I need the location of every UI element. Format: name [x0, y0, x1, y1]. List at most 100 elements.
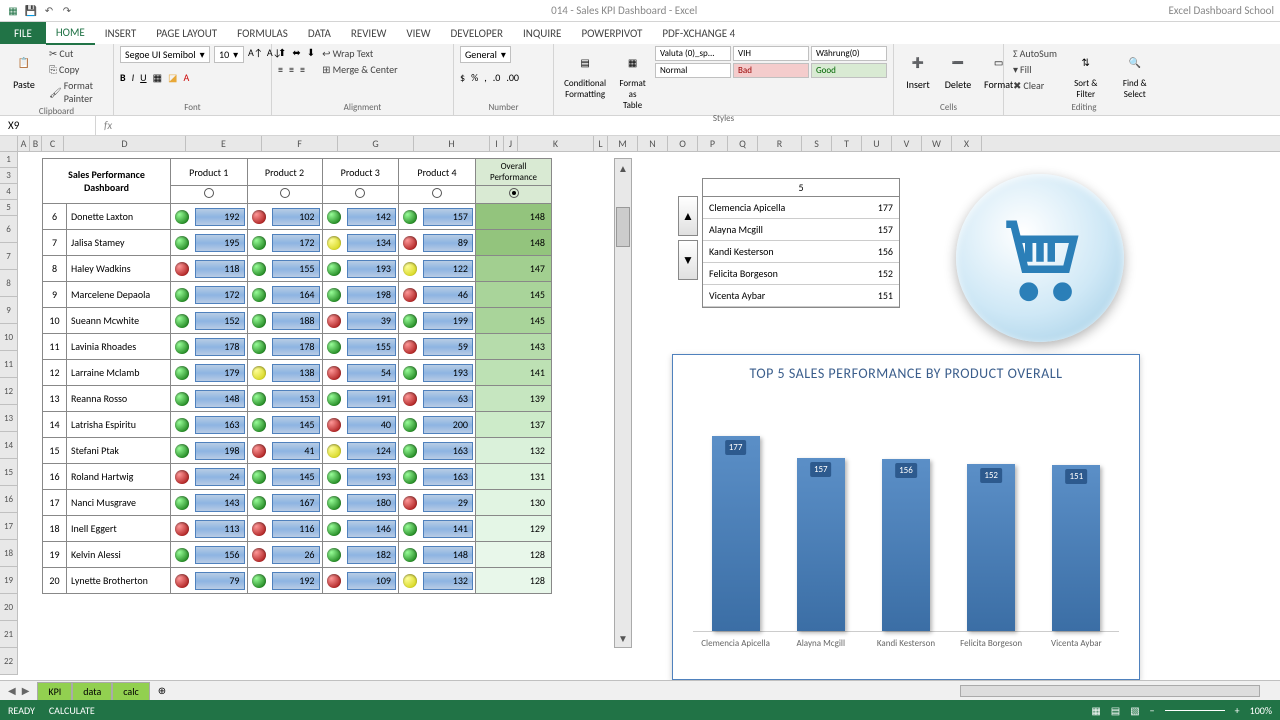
dec-decimal-icon[interactable]: .00 — [506, 71, 519, 84]
sheet-tab-data[interactable]: data — [72, 682, 112, 700]
spin-down-button[interactable]: ▼ — [678, 240, 698, 280]
name-box[interactable]: X9 — [0, 116, 96, 135]
sheet-tabs: ◀ ▶ KPI data calc ⊕ — [0, 680, 1280, 700]
ribbon: 📋 Paste ✂Cut ⎘Copy 🖌Format Painter Clipb… — [0, 44, 1280, 116]
table-row: 12Larraine Mclamb17913854193141 — [43, 360, 552, 386]
currency-icon[interactable]: $ — [460, 71, 465, 84]
tab-review[interactable]: REVIEW — [341, 23, 397, 44]
sheet-tab-kpi[interactable]: KPI — [37, 682, 72, 700]
format-table-button[interactable]: ▦Format as Table — [614, 46, 651, 113]
top5-header: 5 — [703, 179, 899, 197]
inc-decimal-icon[interactable]: .0 — [493, 71, 501, 84]
insert-button[interactable]: ➕Insert — [900, 46, 936, 93]
style-wahrung[interactable]: Währung(0) — [811, 46, 887, 61]
title-bar: ▦ 💾 ↶ ↷ 014 - Sales KPI Dashboard - Exce… — [0, 0, 1280, 22]
new-sheet-button[interactable]: ⊕ — [150, 684, 174, 697]
chart-bar: 157 — [797, 458, 845, 631]
bold-button[interactable]: B — [120, 71, 126, 84]
align-center-icon[interactable]: ≡ — [289, 63, 294, 76]
sort-filter-button[interactable]: ⇅Sort & Filter — [1064, 46, 1107, 102]
view-layout-icon[interactable]: ▤ — [1111, 704, 1120, 717]
italic-button[interactable]: I — [132, 71, 135, 84]
scroll-thumb[interactable] — [616, 207, 630, 247]
border-button[interactable]: ▦ — [153, 71, 162, 84]
copy-button[interactable]: ⎘Copy — [46, 62, 107, 77]
tab-view[interactable]: VIEW — [396, 23, 440, 44]
save-icon[interactable]: 💾 — [24, 4, 38, 18]
format-painter-button[interactable]: 🖌Format Painter — [46, 78, 107, 106]
style-normal[interactable]: Normal — [655, 63, 731, 78]
style-bad[interactable]: Bad — [733, 63, 809, 78]
wrap-text-button[interactable]: ↩Wrap Text — [319, 46, 400, 61]
fx-icon[interactable]: fx — [96, 119, 120, 132]
tab-developer[interactable]: DEVELOPER — [441, 23, 513, 44]
table-row: 14Latrisha Espiritu16314540200137 — [43, 412, 552, 438]
excel-icon: ▦ — [6, 4, 20, 18]
font-size-select[interactable]: 10▾ — [214, 46, 244, 63]
align-right-icon[interactable]: ≡ — [300, 63, 305, 76]
row-headers[interactable]: 1345678910111213141516171819202122 — [0, 152, 18, 675]
font-color-button[interactable]: A — [183, 71, 189, 84]
merge-button[interactable]: ⊞Merge & Center — [319, 62, 400, 77]
table-row: 19Kelvin Alessi15626182148128 — [43, 542, 552, 568]
percent-icon[interactable]: % — [471, 71, 478, 84]
view-normal-icon[interactable]: ▦ — [1091, 704, 1100, 717]
tab-powerpivot[interactable]: POWERPIVOT — [571, 23, 652, 44]
autosum-button[interactable]: ΣAutoSum — [1010, 46, 1060, 61]
underline-button[interactable]: U — [140, 71, 146, 84]
select-all-corner[interactable] — [0, 136, 18, 152]
clear-button[interactable]: ✖Clear — [1010, 78, 1060, 93]
style-vih[interactable]: VIH — [733, 46, 809, 61]
column-headers[interactable]: ABCDEFGHIJKLMNOPQRSTUVWX — [18, 136, 1280, 152]
fill-button[interactable]: ▾Fill — [1010, 62, 1060, 77]
view-break-icon[interactable]: ▧ — [1130, 704, 1139, 717]
delete-button[interactable]: ➖Delete — [940, 46, 976, 93]
zoom-out-icon[interactable]: − — [1150, 704, 1155, 717]
grow-font-icon[interactable]: A↑ — [248, 46, 263, 63]
style-valuta[interactable]: Valuta (0)_sp... — [655, 46, 731, 61]
style-good[interactable]: Good — [811, 63, 887, 78]
chart-title: TOP 5 SALES PERFORMANCE BY PRODUCT OVERA… — [673, 355, 1139, 392]
conditional-formatting-button[interactable]: ▤Conditional Formatting — [560, 46, 610, 102]
sheet-prev-icon[interactable]: ◀ — [8, 684, 16, 697]
file-tab[interactable]: FILE — [0, 22, 46, 44]
redo-icon[interactable]: ↷ — [60, 4, 74, 18]
tab-home[interactable]: HOME — [46, 22, 95, 45]
list-item: Clemencia Apicella177 — [703, 197, 899, 219]
worksheet[interactable]: ABCDEFGHIJKLMNOPQRSTUVWX 134567891011121… — [0, 136, 1280, 694]
comma-icon[interactable]: , — [484, 71, 487, 84]
align-left-icon[interactable]: ≡ — [278, 63, 283, 76]
table-row: 11Lavinia Rhoades17817815559143 — [43, 334, 552, 360]
paste-button[interactable]: 📋 Paste — [6, 46, 42, 93]
tab-inquire[interactable]: INQUIRE — [513, 23, 571, 44]
zoom-in-icon[interactable]: + — [1235, 704, 1240, 717]
spin-up-button[interactable]: ▲ — [678, 196, 698, 236]
align-bot-icon[interactable]: ⬇ — [307, 46, 315, 59]
undo-icon[interactable]: ↶ — [42, 4, 56, 18]
chart-bar: 156 — [882, 459, 930, 631]
horizontal-scrollbar[interactable] — [960, 685, 1260, 697]
zoom-level[interactable]: 100% — [1250, 704, 1272, 717]
dashboard-scrollbar[interactable]: ▲ ▼ — [614, 158, 632, 648]
chart-bar: 151 — [1052, 465, 1100, 631]
align-top-icon[interactable]: ⬆ — [278, 46, 286, 59]
top5-chart: TOP 5 SALES PERFORMANCE BY PRODUCT OVERA… — [672, 354, 1140, 680]
copy-icon: ⎘ — [49, 63, 57, 76]
number-format-select[interactable]: General▾ — [460, 46, 511, 63]
cut-button[interactable]: ✂Cut — [46, 46, 107, 61]
align-mid-icon[interactable]: ⬌ — [292, 46, 300, 59]
tab-formulas[interactable]: FORMULAS — [227, 23, 298, 44]
font-name-select[interactable]: Segoe UI Semibol▾ — [120, 46, 210, 63]
table-row: 6Donette Laxton192102142157148 — [43, 204, 552, 230]
sheet-next-icon[interactable]: ▶ — [22, 684, 30, 697]
scroll-down-icon[interactable]: ▼ — [615, 629, 631, 647]
tab-data[interactable]: DATA — [298, 23, 341, 44]
status-bar: READY CALCULATE ▦ ▤ ▧ − + 100% — [0, 700, 1280, 720]
fill-color-button[interactable]: ◪ — [168, 71, 177, 84]
tab-insert[interactable]: INSERT — [95, 23, 147, 44]
tab-pagelayout[interactable]: PAGE LAYOUT — [146, 23, 227, 44]
scroll-up-icon[interactable]: ▲ — [615, 159, 631, 177]
tab-pdf[interactable]: PDF-XChange 4 — [652, 23, 745, 44]
sheet-tab-calc[interactable]: calc — [112, 682, 149, 700]
find-select-button[interactable]: 🔍Find & Select — [1111, 46, 1158, 102]
